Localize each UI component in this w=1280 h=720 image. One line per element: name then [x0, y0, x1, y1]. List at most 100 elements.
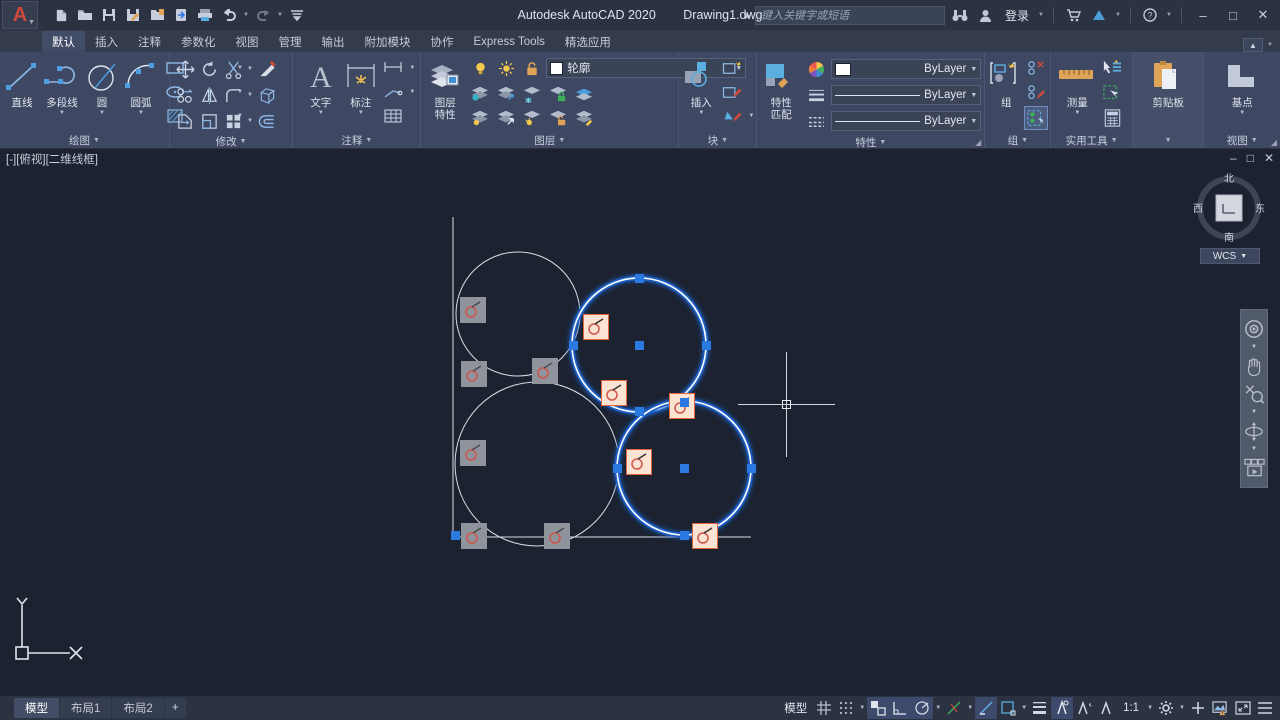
- linewidth-dropdown[interactable]: ByLayer ▼: [831, 85, 982, 105]
- measure-button[interactable]: 测量 ▼: [1055, 56, 1099, 116]
- chevron-down-icon[interactable]: ▼: [1019, 705, 1029, 711]
- grip-handle[interactable]: [635, 274, 644, 283]
- tangent-constraint-icon[interactable]: [544, 523, 570, 549]
- chevron-down-icon[interactable]: ▼: [242, 12, 250, 18]
- customization-menu-icon[interactable]: [1254, 697, 1276, 719]
- tab-model[interactable]: 模型: [14, 698, 59, 718]
- layer-off-icon[interactable]: [468, 106, 492, 130]
- grip-handle[interactable]: [680, 531, 689, 540]
- layer-thaw-icon[interactable]: [494, 106, 518, 130]
- edit-attribute-button[interactable]: [720, 104, 744, 128]
- tangent-constraint-icon[interactable]: [626, 449, 652, 475]
- grip-handle[interactable]: [635, 407, 644, 416]
- annotation-scale-value[interactable]: 1:1: [1117, 697, 1145, 719]
- chevron-down-icon[interactable]: ▼: [970, 92, 977, 99]
- chevron-down-icon[interactable]: ▼: [245, 92, 255, 98]
- pan-hand-icon[interactable]: [1241, 353, 1267, 379]
- tangent-constraint-icon[interactable]: [460, 440, 486, 466]
- steering-wheel-icon[interactable]: [1241, 316, 1267, 342]
- tab-layout1[interactable]: 布局1: [60, 698, 112, 718]
- chevron-down-icon[interactable]: ▼: [318, 110, 324, 116]
- chevron-down-icon[interactable]: ▼: [365, 137, 372, 144]
- autodesk-app-icon[interactable]: [1088, 4, 1110, 26]
- tab-parametric[interactable]: 参数化: [171, 31, 226, 52]
- chevron-down-icon[interactable]: ▼: [1021, 137, 1028, 144]
- panel-title-annotation[interactable]: 注释 ▼: [293, 132, 420, 148]
- chevron-down-icon[interactable]: ▼: [1114, 12, 1122, 18]
- ortho-axes-icon[interactable]: [889, 697, 912, 719]
- view-dialog-launcher[interactable]: ◢: [1271, 138, 1277, 147]
- grip-handle[interactable]: [702, 341, 711, 350]
- chevron-down-icon[interactable]: ▼: [1266, 42, 1274, 48]
- drawing-canvas[interactable]: [-][俯视][二维线框] – □ ✕ 北 东 南 西 WCS ▼ ▼ ▼ ▼: [0, 149, 1280, 695]
- cloud-sync-icon[interactable]: [170, 4, 192, 26]
- annotation-scale-icon[interactable]: [1095, 697, 1117, 719]
- layer-unlock-icon[interactable]: [546, 106, 570, 130]
- linetype-dropdown[interactable]: ByLayer ▼: [831, 111, 982, 131]
- chevron-down-icon[interactable]: ▼: [138, 110, 144, 116]
- match-properties-button[interactable]: 特性 匹配: [763, 56, 799, 121]
- osnap-tracking-icon[interactable]: [943, 697, 965, 719]
- lightbulb-icon[interactable]: [468, 56, 492, 80]
- unlock-icon[interactable]: [520, 56, 544, 80]
- chevron-down-icon[interactable]: ▼: [59, 110, 65, 116]
- chevron-down-icon[interactable]: ▼: [407, 89, 417, 95]
- maximize-button[interactable]: □: [1220, 1, 1246, 29]
- chevron-down-icon[interactable]: ▼: [1037, 12, 1045, 18]
- tangent-constraint-icon[interactable]: [460, 297, 486, 323]
- object-color-dropdown[interactable]: ByLayer ▼: [831, 59, 982, 79]
- panel-title-layers[interactable]: 图层 ▼: [421, 132, 678, 148]
- edit-group-button[interactable]: [1024, 81, 1048, 105]
- grip-handle[interactable]: [569, 341, 578, 350]
- layer-match-icon[interactable]: [572, 106, 596, 130]
- chevron-down-icon[interactable]: ▼: [721, 137, 728, 144]
- polyline-button[interactable]: 多段线 ▼: [42, 56, 82, 116]
- fullscreen-icon[interactable]: [1232, 697, 1254, 719]
- tangent-constraint-icon[interactable]: [532, 358, 558, 384]
- tangent-constraint-icon[interactable]: [601, 380, 627, 406]
- tangent-constraint-icon[interactable]: [461, 361, 487, 387]
- new-file-icon[interactable]: [50, 4, 72, 26]
- select-similar-button[interactable]: [1100, 81, 1124, 105]
- base-point-button[interactable]: 基点 ▼: [1212, 56, 1272, 116]
- shopping-cart-icon[interactable]: [1062, 4, 1084, 26]
- copy-button[interactable]: [173, 83, 197, 107]
- autoscale-icon[interactable]: [1073, 697, 1095, 719]
- chevron-down-icon[interactable]: ▼: [1165, 137, 1172, 144]
- panel-title-group[interactable]: 组 ▼: [985, 132, 1050, 148]
- layer-unisolate-icon[interactable]: [494, 82, 518, 106]
- trim-button[interactable]: [221, 57, 245, 81]
- explode-button[interactable]: [255, 83, 279, 107]
- group-selection-button[interactable]: [1024, 106, 1049, 130]
- panel-title-view[interactable]: 视图 ▼ ◢: [1204, 132, 1280, 148]
- undo-icon[interactable]: [218, 4, 240, 26]
- chevron-down-icon[interactable]: ▼: [879, 139, 886, 146]
- arc-button[interactable]: 圆弧 ▼: [122, 56, 160, 116]
- application-menu-button[interactable]: A ▼: [2, 1, 38, 29]
- move-button[interactable]: [173, 57, 197, 81]
- lineweight-icon[interactable]: [1029, 697, 1051, 719]
- chevron-down-icon[interactable]: ▼: [1251, 409, 1257, 416]
- layer-make-current-icon[interactable]: [572, 82, 596, 106]
- chevron-down-icon[interactable]: ▼: [1251, 137, 1258, 144]
- viewcube[interactable]: 北 东 南 西: [1192, 171, 1266, 245]
- scale-button[interactable]: [197, 109, 221, 133]
- tab-addins[interactable]: 附加模块: [355, 31, 421, 52]
- chevron-down-icon[interactable]: ▼: [970, 66, 977, 73]
- quick-calc-button[interactable]: [1100, 106, 1124, 130]
- annotation-visibility-icon[interactable]: [1051, 697, 1074, 719]
- tab-featured-apps[interactable]: 精选应用: [555, 31, 621, 52]
- line-button[interactable]: 直线: [3, 56, 41, 109]
- chevron-down-icon[interactable]: ▼: [1251, 344, 1257, 351]
- panel-title-modify[interactable]: 修改 ▼: [170, 134, 292, 149]
- panel-title-block[interactable]: 块 ▼: [679, 132, 756, 148]
- tab-view[interactable]: 视图: [226, 31, 269, 52]
- grip-handle[interactable]: [613, 464, 622, 473]
- array-button[interactable]: [221, 109, 245, 133]
- dimension-button[interactable]: 标注 ▼: [341, 56, 380, 116]
- hardware-accel-icon[interactable]: [1209, 697, 1232, 719]
- chevron-down-icon[interactable]: ▼: [1177, 705, 1187, 711]
- chevron-down-icon[interactable]: ▼: [99, 110, 105, 116]
- panel-title-draw[interactable]: 绘图 ▼: [0, 132, 169, 148]
- workspace-gear-icon[interactable]: [1155, 697, 1177, 719]
